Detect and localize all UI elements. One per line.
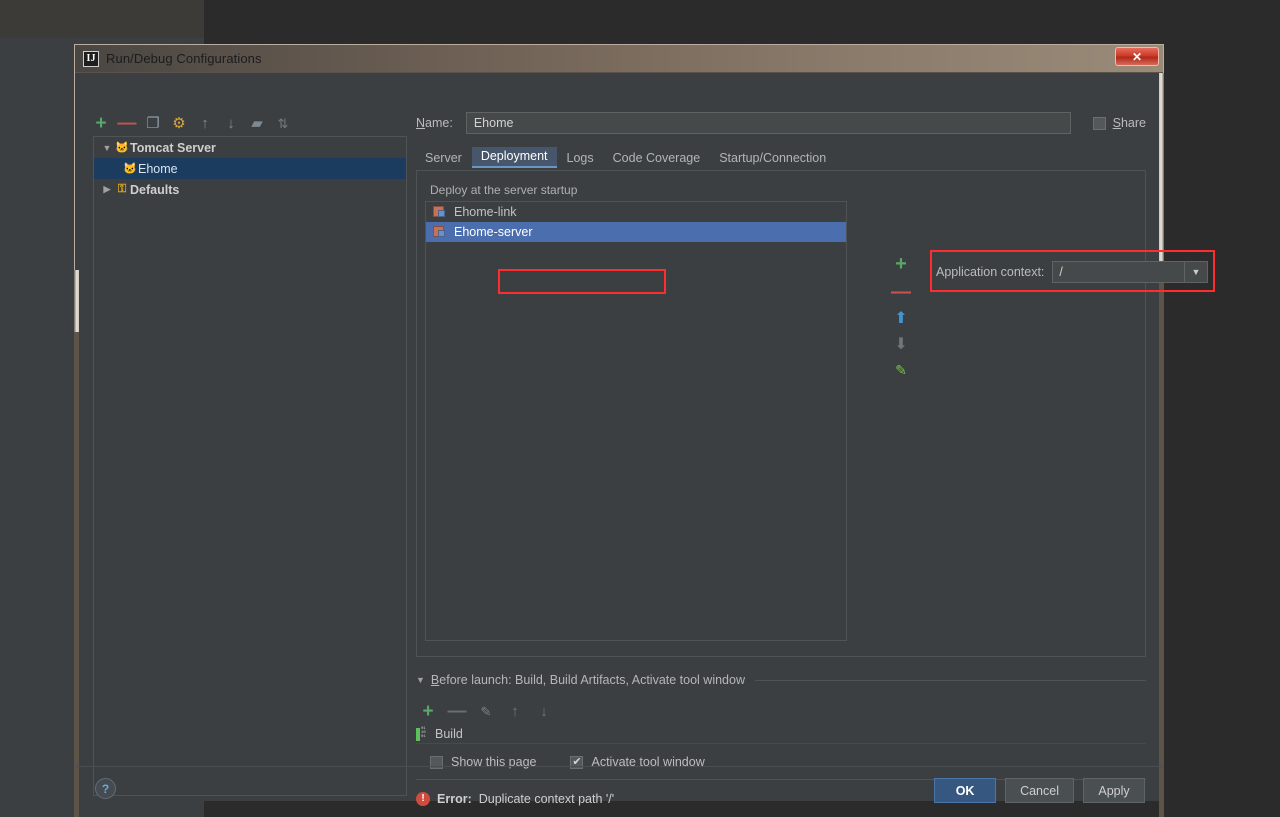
before-launch-task-label: Build bbox=[435, 727, 463, 741]
artifact-icon bbox=[433, 206, 447, 218]
dialog-body: + — ❐ ⚙ ↑ ↓ ▰ ⇅ ▼ 🐱 Tomcat Server 🐱 Ehom… bbox=[74, 73, 1215, 817]
tree-node-label: Ehome bbox=[138, 161, 178, 176]
move-down-icon[interactable]: ↓ bbox=[223, 115, 239, 131]
name-label: Name: bbox=[416, 116, 453, 130]
configurations-toolbar: + — ❐ ⚙ ↑ ↓ ▰ ⇅ bbox=[93, 111, 407, 135]
before-launch-mnemonic: B bbox=[430, 673, 440, 687]
error-message: Duplicate context path '/' bbox=[478, 792, 615, 806]
before-launch-label: Before launch: Build, Build Artifacts, A… bbox=[431, 673, 745, 687]
chevron-down-icon[interactable]: ▼ bbox=[100, 143, 114, 153]
ok-button[interactable]: OK bbox=[934, 778, 997, 803]
tree-node-ehome[interactable]: 🐱 Ehome bbox=[94, 158, 406, 179]
add-artifact-button[interactable]: + bbox=[892, 254, 910, 274]
before-launch-header[interactable]: ▼ Before launch: Build, Build Artifacts,… bbox=[416, 673, 1146, 687]
application-context-row: Application context: / ▼ bbox=[936, 261, 1208, 283]
application-context-label: Application context: bbox=[936, 265, 1045, 279]
chevron-right-icon[interactable]: ▶ bbox=[100, 184, 114, 195]
before-launch-label-rest: efore launch: Build, Build Artifacts, Ac… bbox=[439, 673, 745, 687]
footer-buttons: OK Cancel Apply bbox=[934, 778, 1145, 803]
cancel-button[interactable]: Cancel bbox=[1005, 778, 1074, 803]
configuration-tabs: Server Deployment Logs Code Coverage Sta… bbox=[416, 147, 1146, 168]
list-item-label: Ehome-server bbox=[454, 225, 533, 239]
copy-configuration-icon[interactable]: ❐ bbox=[145, 115, 161, 131]
tab-deployment[interactable]: Deployment bbox=[471, 147, 557, 168]
sort-icon[interactable]: ⇅ bbox=[275, 115, 291, 131]
help-button[interactable]: ? bbox=[95, 778, 116, 799]
run-debug-configurations-dialog: IJ Run/Debug Configurations ✕ + — ❐ ⚙ ↑ … bbox=[74, 44, 1215, 817]
before-launch-task-row[interactable]: Build bbox=[416, 725, 1146, 744]
move-task-up-button[interactable]: ↑ bbox=[507, 703, 523, 719]
tree-node-label: Tomcat Server bbox=[130, 140, 216, 155]
intellij-idea-logo-icon: IJ bbox=[83, 50, 99, 67]
remove-task-button[interactable]: — bbox=[448, 702, 467, 721]
move-up-icon[interactable]: ↑ bbox=[197, 115, 213, 131]
section-divider bbox=[755, 679, 1146, 681]
edit-artifact-button[interactable]: ✎ bbox=[892, 363, 910, 377]
right-scrollbar-thumb[interactable] bbox=[1159, 73, 1164, 265]
desktop-background-top bbox=[0, 0, 204, 38]
tree-node-tomcat-server[interactable]: ▼ 🐱 Tomcat Server bbox=[94, 137, 406, 158]
before-launch-toolbar: + — ✎ ↑ ↓ bbox=[420, 699, 720, 723]
dialog-titlebar: IJ Run/Debug Configurations ✕ bbox=[75, 45, 1163, 73]
tab-startup-connection[interactable]: Startup/Connection bbox=[710, 149, 835, 168]
tree-node-defaults[interactable]: ▶ ⚿ Defaults bbox=[94, 179, 406, 200]
share-checkbox-row[interactable]: Share bbox=[1092, 116, 1146, 130]
move-task-down-button[interactable]: ↓ bbox=[536, 703, 552, 719]
tree-node-label: Defaults bbox=[130, 182, 180, 197]
name-label-rest: ame: bbox=[425, 116, 453, 130]
edit-task-button[interactable]: ✎ bbox=[478, 703, 494, 719]
share-checkbox[interactable] bbox=[1092, 116, 1106, 130]
error-prefix: Error: bbox=[437, 792, 472, 806]
tomcat-icon: 🐱 bbox=[123, 163, 137, 175]
share-label-mnemonic: S bbox=[1112, 116, 1121, 130]
remove-artifact-button[interactable]: — bbox=[891, 282, 911, 302]
before-launch-options: Show this page ✔ Activate tool window bbox=[430, 753, 1030, 771]
close-icon[interactable]: ✕ bbox=[1115, 47, 1159, 66]
list-item[interactable]: Ehome-link bbox=[426, 202, 846, 222]
right-scrollbar-track[interactable] bbox=[1159, 265, 1164, 817]
tab-logs[interactable]: Logs bbox=[558, 149, 603, 168]
defaults-icon: ⚿ bbox=[117, 183, 127, 195]
application-context-combobox[interactable]: / ▼ bbox=[1052, 261, 1208, 283]
error-icon: ! bbox=[416, 792, 430, 806]
application-context-value: / bbox=[1059, 265, 1063, 279]
apply-button[interactable]: Apply bbox=[1083, 778, 1145, 803]
name-row: Name: Share bbox=[416, 111, 1146, 135]
move-down-button[interactable]: ⬇ bbox=[892, 337, 910, 353]
list-item[interactable]: Ehome-server bbox=[426, 222, 846, 242]
chevron-down-icon[interactable]: ▼ bbox=[416, 675, 425, 685]
dialog-title: Run/Debug Configurations bbox=[106, 51, 262, 66]
artifact-icon bbox=[433, 226, 447, 238]
name-label-mnemonic: N bbox=[416, 116, 426, 130]
build-icon bbox=[416, 727, 428, 741]
left-scrollbar-thumb[interactable] bbox=[74, 270, 79, 332]
chevron-down-icon[interactable]: ▼ bbox=[1184, 262, 1207, 282]
share-label: Share bbox=[1113, 116, 1146, 130]
deploy-group-title: Deploy at the server startup bbox=[427, 183, 583, 197]
add-task-button[interactable]: + bbox=[420, 702, 436, 721]
artifact-side-buttons: + — ⬆ ⬇ ✎ bbox=[890, 254, 912, 377]
tab-code-coverage[interactable]: Code Coverage bbox=[604, 149, 710, 168]
add-configuration-icon[interactable]: + bbox=[93, 114, 109, 133]
move-up-button[interactable]: ⬆ bbox=[892, 311, 910, 327]
edit-templates-icon[interactable]: ⚙ bbox=[171, 115, 187, 131]
deployment-artifacts-list[interactable]: Ehome-link Ehome-server bbox=[425, 201, 847, 641]
list-item-label: Ehome-link bbox=[454, 205, 517, 219]
screen-root: IJ Run/Debug Configurations ✕ + — ❐ ⚙ ↑ … bbox=[0, 0, 1280, 817]
tomcat-icon: 🐱 bbox=[115, 142, 129, 154]
share-label-rest: hare bbox=[1120, 116, 1146, 130]
folder-icon[interactable]: ▰ bbox=[249, 115, 265, 131]
remove-configuration-icon[interactable]: — bbox=[118, 114, 137, 133]
configurations-tree: ▼ 🐱 Tomcat Server 🐱 Ehome ▶ ⚿ Defaults bbox=[93, 136, 407, 796]
tab-server[interactable]: Server bbox=[416, 149, 471, 168]
footer-divider bbox=[75, 766, 1163, 767]
configuration-name-input[interactable] bbox=[465, 112, 1071, 134]
left-scrollbar-track[interactable] bbox=[74, 332, 79, 817]
